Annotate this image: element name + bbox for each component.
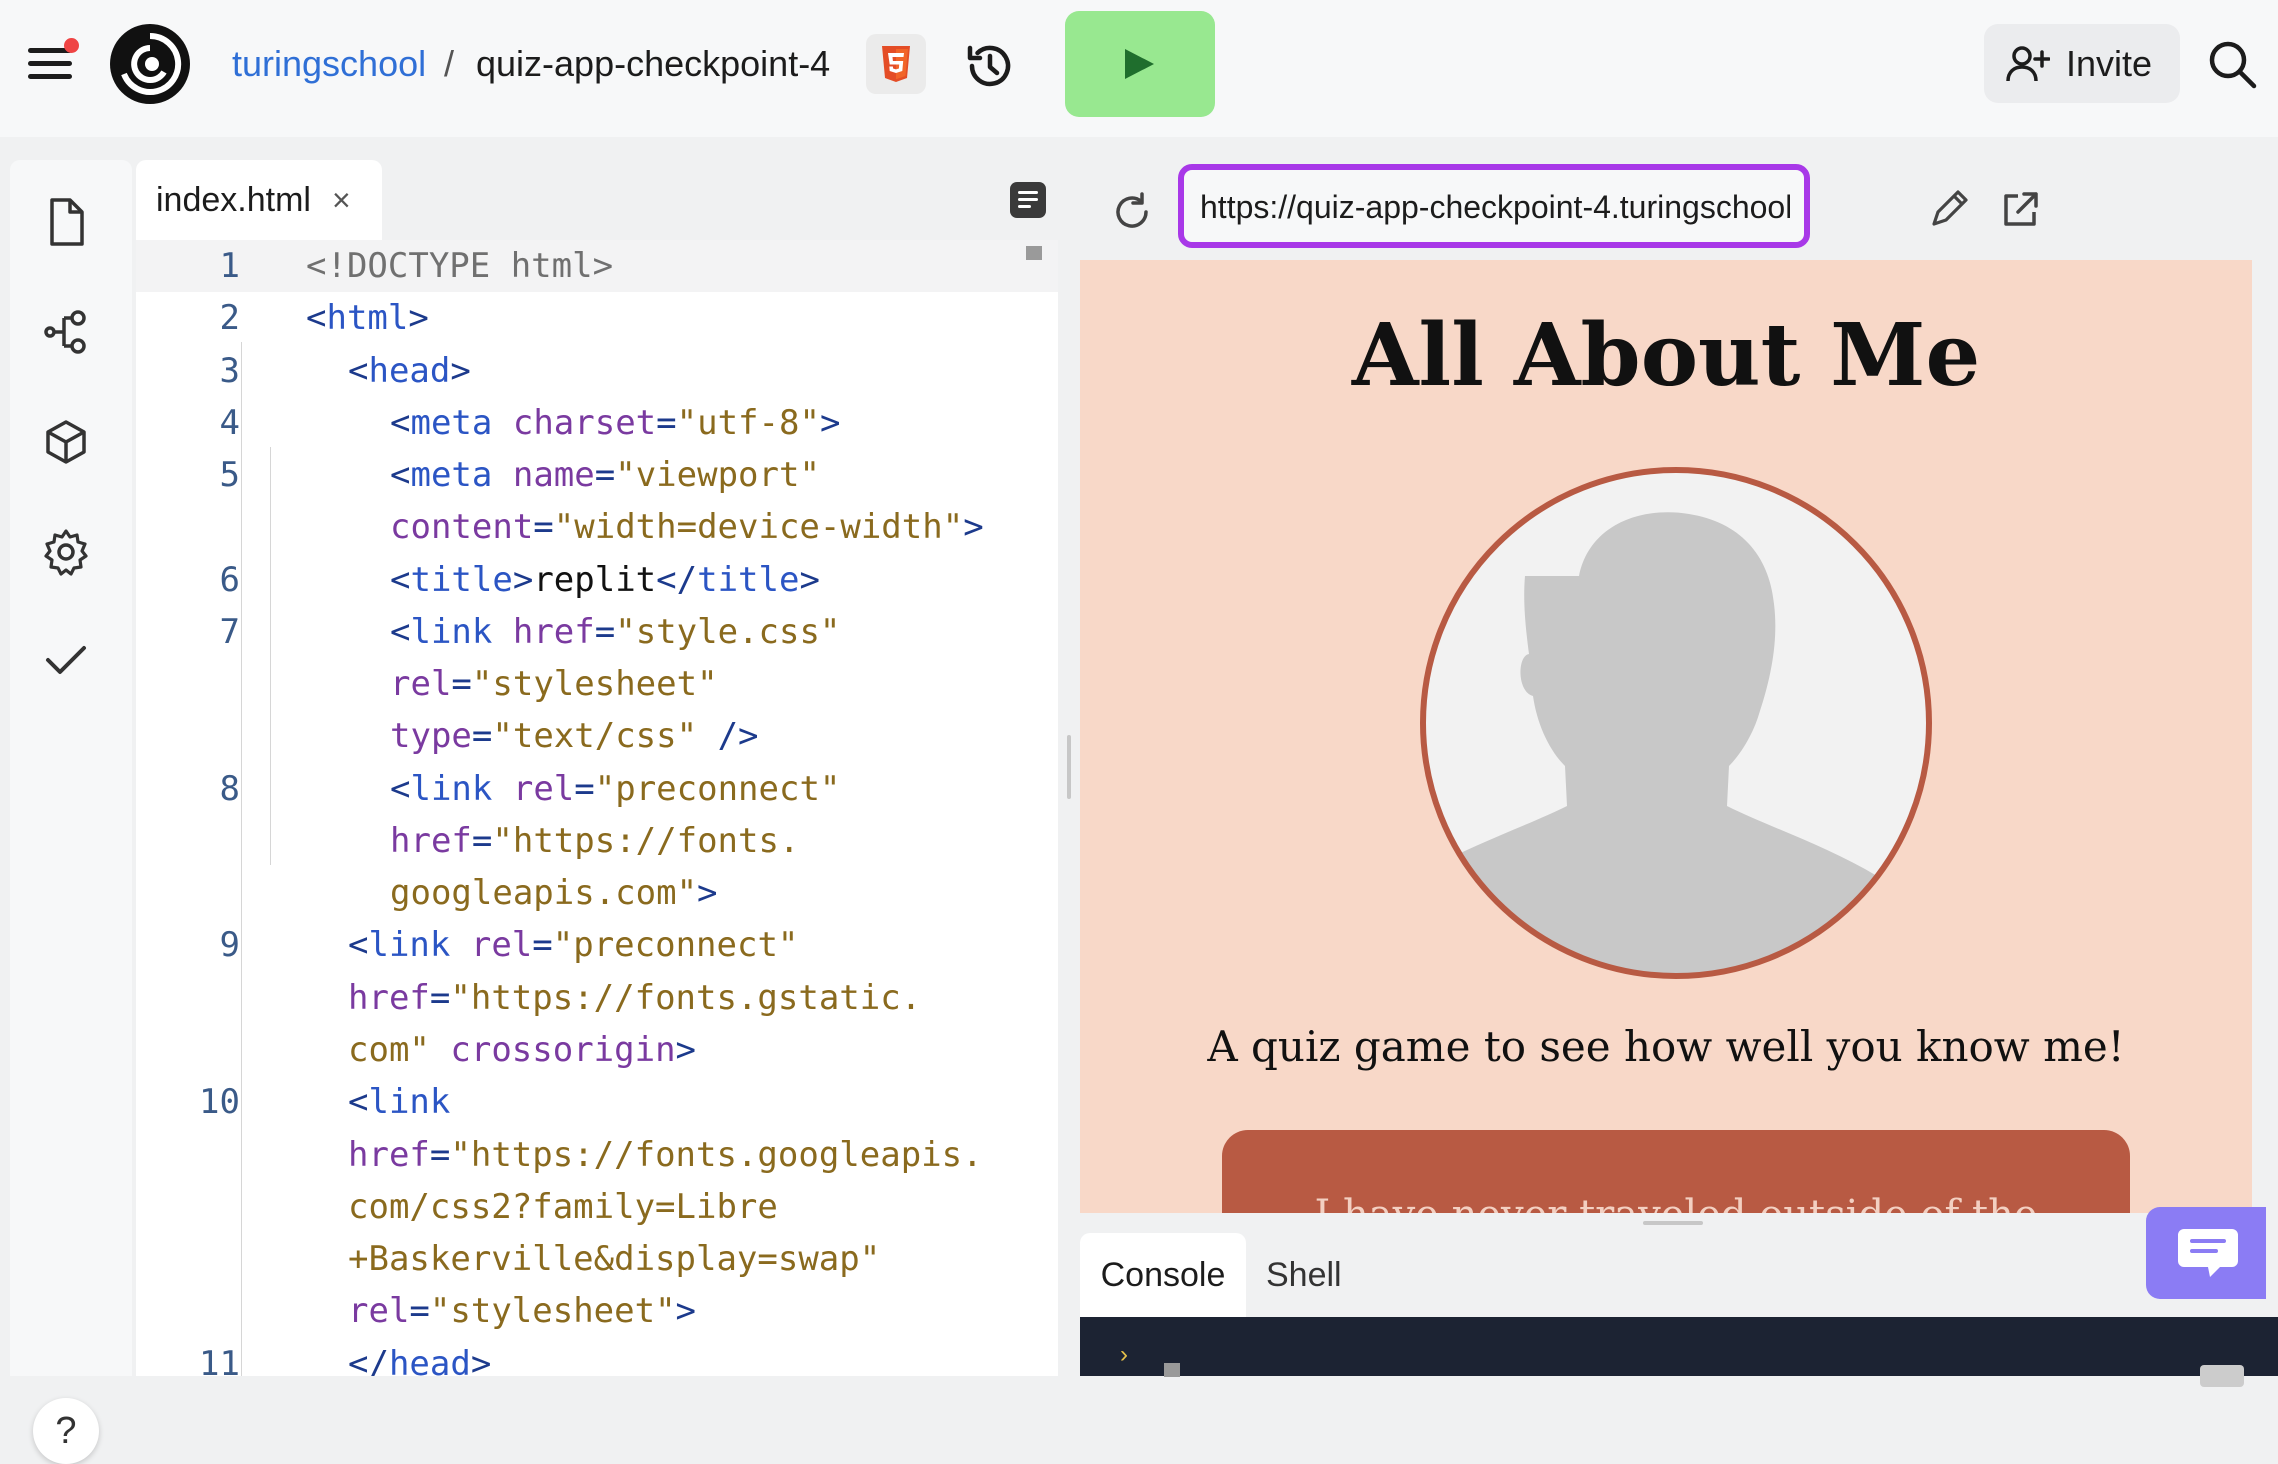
packages-icon[interactable] <box>40 416 92 468</box>
line-number: 2 <box>219 298 240 338</box>
code-line: href="https://fonts.gstatic. <box>348 978 922 1018</box>
line-number: 4 <box>219 403 240 443</box>
html5-icon <box>882 46 910 82</box>
code-line: com/css2?family=Libre <box>348 1187 778 1227</box>
code-line: <!DOCTYPE html> <box>306 246 614 286</box>
quiz-statement-card[interactable]: I have never traveled outside of the <box>1222 1130 2130 1213</box>
breadcrumb-separator: / <box>444 43 455 84</box>
repl-name[interactable]: quiz-app-checkpoint-4 <box>476 40 830 88</box>
prompt-icon: › <box>1120 1341 1128 1368</box>
chat-button[interactable] <box>2146 1207 2266 1299</box>
code-line: <meta charset="utf-8"> <box>390 403 841 443</box>
chat-icon <box>2178 1229 2238 1277</box>
code-line: href="https://fonts. <box>390 821 800 861</box>
code-line: <html> <box>306 298 429 338</box>
menu-icon[interactable] <box>24 38 79 86</box>
code-line: <title>replit</title> <box>390 560 820 600</box>
line-number: 1 <box>219 246 240 286</box>
tab-shell[interactable]: Shell <box>1266 1233 1342 1317</box>
indent-guide <box>241 342 242 1376</box>
line-number: 3 <box>219 351 240 391</box>
clear-console-icon[interactable] <box>2200 1365 2244 1387</box>
run-button[interactable] <box>1065 11 1215 117</box>
editor-options-icon[interactable] <box>1010 182 1046 218</box>
code-line: </head> <box>348 1344 492 1376</box>
url-input[interactable] <box>1198 182 1792 232</box>
code-line: +Baskerville&display=swap" <box>348 1239 881 1279</box>
code-line: type="text/css" /> <box>390 716 759 756</box>
terminal-cursor <box>1164 1363 1180 1377</box>
editor-scrollbar[interactable] <box>1026 246 1042 260</box>
code-line: com" crossorigin> <box>348 1030 697 1070</box>
history-icon[interactable] <box>962 38 1018 94</box>
line-number: 5 <box>219 455 240 495</box>
url-bar[interactable] <box>1178 164 1810 248</box>
webview-toolbar <box>1080 160 2278 260</box>
code-line: <link <box>348 1082 451 1122</box>
external-link-icon[interactable] <box>1998 188 2042 232</box>
line-number: 6 <box>219 560 240 600</box>
pencil-icon[interactable] <box>1926 188 1970 232</box>
html5-language-badge[interactable] <box>866 34 926 94</box>
indent-guide <box>270 447 271 865</box>
file-tab-label: index.html <box>156 181 311 219</box>
close-tab-icon[interactable]: × <box>332 180 351 220</box>
code-editor-pane: index.html × 1 2 3 4 5 6 7 8 9 10 11 <!D… <box>136 160 1058 1376</box>
files-icon[interactable] <box>40 196 92 248</box>
tool-rail: ? <box>10 160 132 1464</box>
line-number: 8 <box>219 769 240 809</box>
console-output[interactable]: › <box>1080 1317 2278 1387</box>
top-bar: turingschool / quiz-app-checkpoint-4 Inv… <box>0 0 2278 137</box>
invite-button[interactable]: Invite <box>1984 24 2180 103</box>
code-line: <link rel="preconnect" <box>390 769 841 809</box>
replit-logo-icon[interactable] <box>108 22 192 106</box>
line-number: 11 <box>199 1344 240 1376</box>
code-line: <meta name="viewport" <box>390 455 820 495</box>
code-line: googleapis.com"> <box>390 873 718 913</box>
tab-console[interactable]: Console <box>1080 1233 1246 1317</box>
preview-heading: All About Me <box>1351 305 1981 406</box>
invite-label: Invite <box>2066 43 2153 84</box>
line-number: 7 <box>219 612 240 652</box>
add-user-icon <box>2006 46 2050 82</box>
pane-resize-handle[interactable] <box>1067 735 1071 799</box>
file-tab-strip: index.html × <box>136 160 1058 240</box>
console-resize-handle[interactable] <box>1643 1221 1703 1225</box>
search-icon[interactable] <box>2206 38 2258 90</box>
notification-dot <box>64 38 79 53</box>
preview-subtitle: A quiz game to see how well you know me! <box>1207 1022 2125 1071</box>
console-pane: Console Shell › <box>1080 1213 2278 1387</box>
code-line: content="width=device-width"> <box>390 507 984 547</box>
breadcrumb-owner-link[interactable]: turingschool <box>232 40 426 88</box>
code-line: <link rel="preconnect" <box>348 925 799 965</box>
line-number: 10 <box>199 1082 240 1122</box>
reload-icon[interactable] <box>1110 190 1154 234</box>
file-tab-index-html[interactable]: index.html × <box>136 160 382 240</box>
play-icon <box>1125 49 1154 79</box>
code-line: href="https://fonts.googleapis. <box>348 1135 983 1175</box>
webview-preview: All About Me A quiz game to see how well… <box>1080 260 2252 1213</box>
code-line: rel="stylesheet" <box>390 664 718 704</box>
check-icon[interactable] <box>40 634 92 686</box>
code-line: <link href="style.css" <box>390 612 841 652</box>
code-line: rel="stylesheet"> <box>348 1291 697 1331</box>
code-area[interactable]: 1 2 3 4 5 6 7 8 9 10 11 <!DOCTYPE html> … <box>136 240 1058 1376</box>
line-number: 9 <box>219 925 240 965</box>
settings-icon[interactable] <box>40 526 92 578</box>
quiz-statement-text: I have never traveled outside of the <box>1222 1188 2130 1213</box>
profile-avatar <box>1420 467 1932 979</box>
help-button[interactable]: ? <box>33 1398 99 1464</box>
code-line: <head> <box>348 351 471 391</box>
git-icon[interactable] <box>40 306 92 358</box>
